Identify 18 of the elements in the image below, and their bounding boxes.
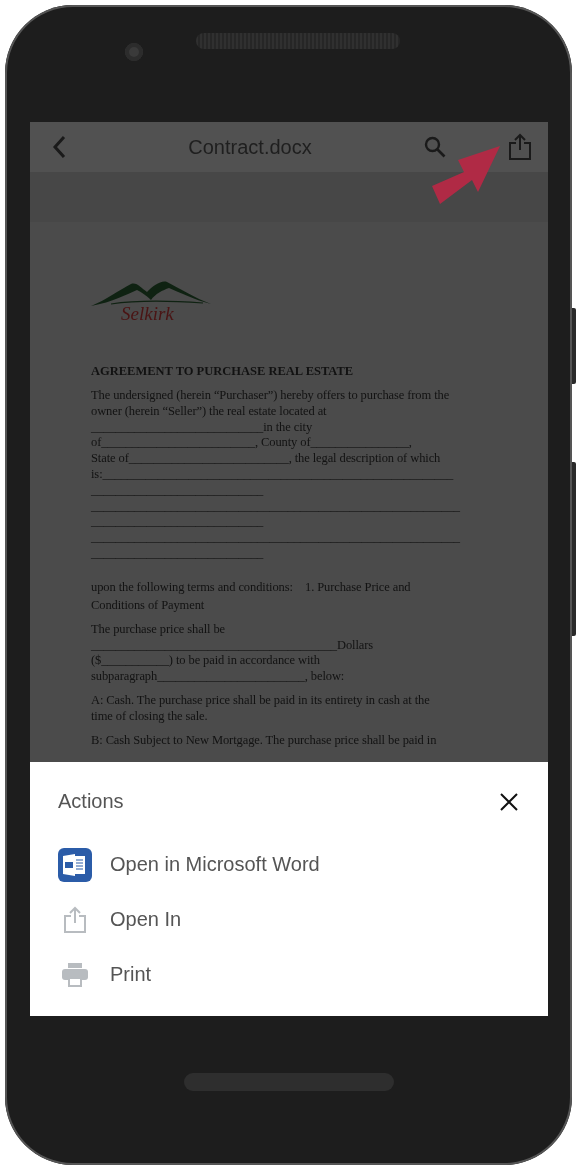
share-button[interactable] (508, 133, 532, 161)
camera-lens (125, 43, 143, 61)
back-button[interactable] (52, 135, 66, 159)
search-button[interactable] (424, 136, 446, 158)
action-item[interactable]: Open in Microsoft Word (58, 837, 320, 892)
word-app-icon (58, 847, 92, 882)
action-item[interactable]: Open In (58, 892, 182, 947)
printer-icon (62, 962, 88, 987)
close-button[interactable] (500, 792, 518, 811)
action-item[interactable]: Print (58, 947, 152, 1002)
search-icon (424, 136, 446, 158)
close-icon (500, 792, 518, 811)
chevron-left-icon (52, 135, 66, 159)
logo-text: Selkirk (121, 304, 174, 324)
share-icon (508, 133, 532, 161)
sheet-title: Actions (58, 790, 124, 813)
share-icon (63, 905, 87, 934)
document-heading: AGREEMENT TO PURCHASE REAL ESTATE (91, 364, 355, 379)
